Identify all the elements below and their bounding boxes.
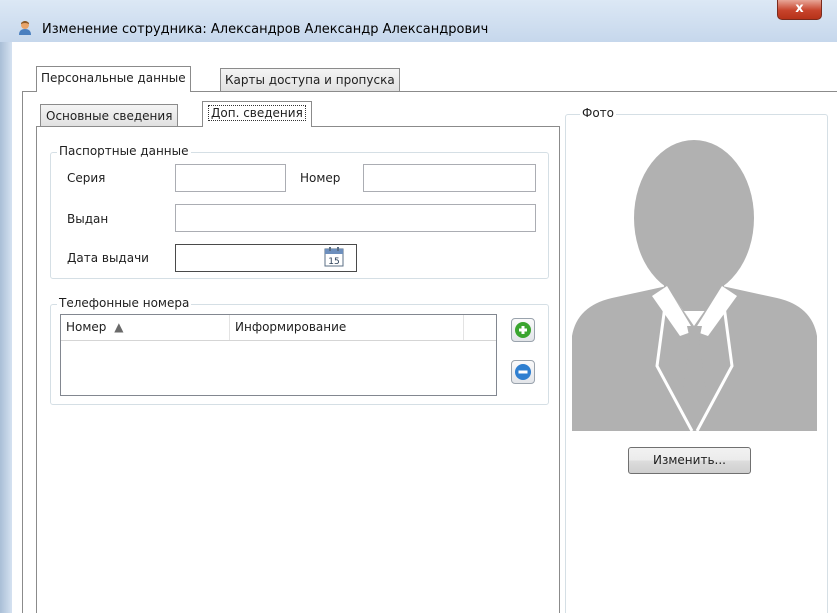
- photo-legend: Фото: [580, 106, 617, 120]
- issued-input[interactable]: [175, 204, 536, 232]
- change-photo-button[interactable]: Изменить...: [628, 447, 751, 474]
- passport-legend: Паспортные данные: [57, 144, 191, 158]
- minus-icon: [515, 364, 531, 380]
- user-icon: [19, 21, 31, 35]
- column-number[interactable]: Номер ▲: [61, 315, 230, 340]
- issued-label: Выдан: [67, 212, 109, 226]
- add-phone-button[interactable]: [511, 318, 535, 342]
- tab-label: Доп. сведения: [208, 105, 306, 121]
- window-frame: [0, 42, 12, 613]
- number-label: Номер: [300, 171, 341, 185]
- title-bar[interactable]: Изменение сотрудника: Александров Алекса…: [0, 0, 837, 42]
- tab-extra-info[interactable]: Доп. сведения: [202, 101, 312, 127]
- tab-basic-info[interactable]: Основные сведения: [40, 104, 179, 126]
- series-label: Серия: [67, 171, 106, 185]
- calendar-icon[interactable]: 15: [324, 247, 344, 267]
- tab-label: Карты доступа и пропуска: [225, 73, 395, 87]
- grid-header: Номер ▲ Информирование: [61, 315, 496, 341]
- calendar-day: 15: [328, 257, 339, 267]
- close-icon: x: [795, 1, 804, 16]
- phones-grid[interactable]: Номер ▲ Информирование: [60, 314, 497, 396]
- tab-access-cards[interactable]: Карты доступа и пропуска: [220, 68, 400, 91]
- phones-legend: Телефонные номера: [57, 296, 192, 310]
- column-number-label: Номер: [66, 320, 107, 334]
- remove-phone-button[interactable]: [511, 360, 535, 384]
- issue-date-label: Дата выдачи: [67, 251, 149, 265]
- tab-label: Персональные данные: [41, 71, 186, 85]
- tab-personal-data[interactable]: Персональные данные: [36, 66, 191, 92]
- plus-icon: [515, 322, 531, 338]
- window-title: Изменение сотрудника: Александров Алекса…: [42, 22, 489, 37]
- close-button[interactable]: x: [777, 0, 822, 20]
- person-silhouette-icon[interactable]: [572, 126, 817, 431]
- column-notify-label: Информирование: [235, 320, 347, 334]
- app-window: Изменение сотрудника: Александров Алекса…: [0, 0, 837, 613]
- sort-asc-icon: ▲: [114, 320, 124, 334]
- number-input[interactable]: [363, 164, 536, 192]
- series-input[interactable]: [175, 164, 286, 192]
- tab-label: Основные сведения: [46, 109, 173, 123]
- column-notify[interactable]: Информирование: [230, 315, 464, 340]
